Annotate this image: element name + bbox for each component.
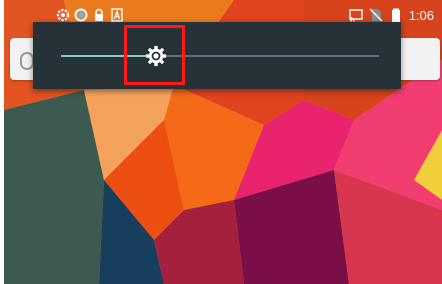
brightness-sun-icon[interactable] (145, 45, 167, 67)
lock-icon (95, 8, 103, 21)
cast-icon (348, 9, 363, 22)
no-sim-icon (369, 8, 383, 22)
system-icons: 1:06 (348, 7, 442, 23)
brightness-slider[interactable] (61, 55, 379, 57)
google-logo-icon (20, 52, 34, 70)
battery-icon (391, 8, 400, 22)
a-badge-icon (111, 8, 123, 22)
android-screen: 1:06 (4, 0, 442, 284)
circle-icon (74, 8, 88, 22)
brightness-dialog (33, 22, 401, 89)
clock: 1:06 (408, 7, 434, 23)
brightness-slider-fill (61, 55, 157, 57)
wallpaper-shape (4, 90, 104, 284)
settings-gear-icon (56, 8, 70, 22)
notification-icons (4, 8, 124, 22)
